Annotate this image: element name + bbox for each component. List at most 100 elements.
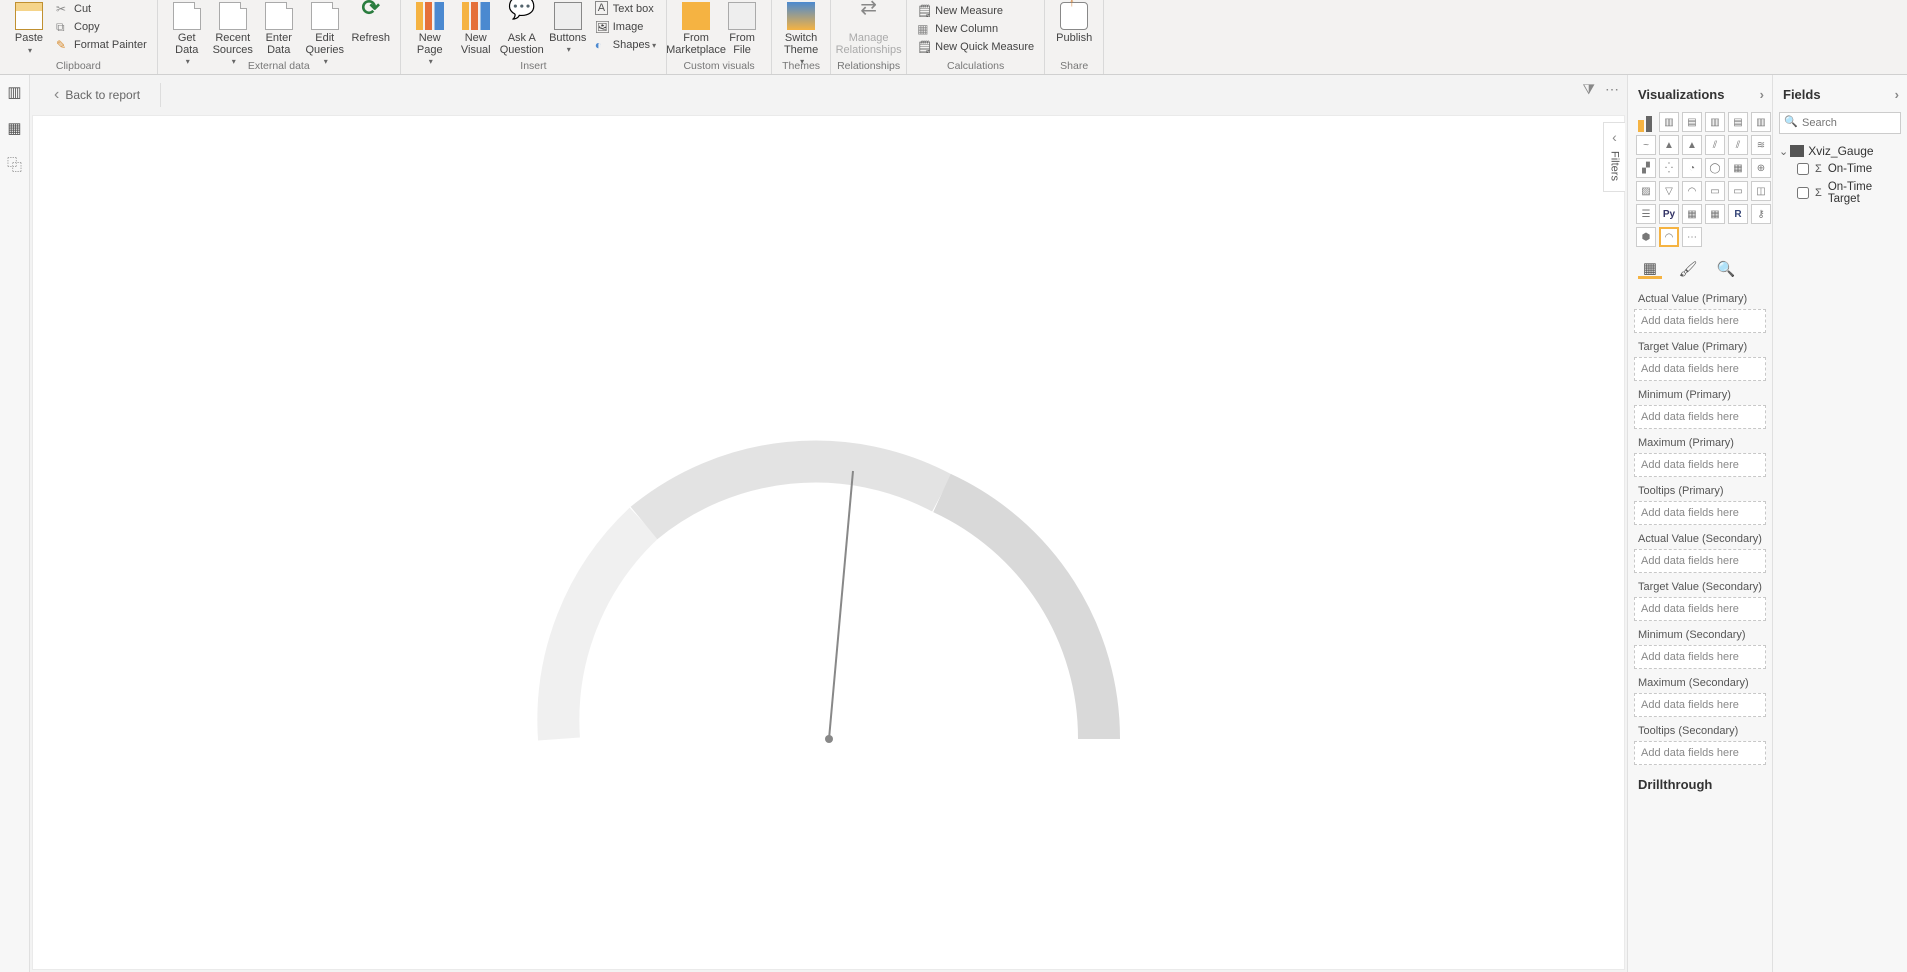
- field-item-ontime[interactable]: On-Time: [1773, 160, 1907, 178]
- model-view-button[interactable]: ⿻: [6, 155, 24, 173]
- report-canvas[interactable]: Filters: [32, 115, 1625, 970]
- viz-map[interactable]: ⊕: [1751, 158, 1771, 178]
- viz-matrix[interactable]: ▦: [1705, 204, 1725, 224]
- viz-scatter[interactable]: ⁛: [1659, 158, 1679, 178]
- well-drop-max-primary[interactable]: Add data fields here: [1634, 453, 1766, 477]
- get-data-button[interactable]: Get Data: [164, 0, 210, 70]
- publish-button[interactable]: Publish: [1051, 0, 1097, 46]
- data-view-button[interactable]: ▦: [6, 119, 24, 137]
- viz-slicer[interactable]: ☰: [1636, 204, 1656, 224]
- chevron-right-icon[interactable]: ›: [1895, 87, 1899, 102]
- viz-custom-gauge-selected[interactable]: ◠: [1659, 227, 1679, 247]
- well-drop-target-secondary[interactable]: Add data fields here: [1634, 597, 1766, 621]
- well-drop-min-secondary[interactable]: Add data fields here: [1634, 645, 1766, 669]
- well-drop-target-primary[interactable]: Add data fields here: [1634, 357, 1766, 381]
- from-marketplace-button[interactable]: From Marketplace: [673, 0, 719, 58]
- ask-question-button[interactable]: 💬Ask A Question: [499, 0, 545, 58]
- refresh-button[interactable]: Refresh: [348, 0, 394, 46]
- filters-pane-collapsed[interactable]: Filters: [1603, 122, 1625, 192]
- new-visual-button[interactable]: New Visual: [453, 0, 499, 58]
- field-item-ontime-target[interactable]: On-Time Target: [1773, 178, 1907, 208]
- new-column-button[interactable]: New Column: [913, 20, 1038, 38]
- chevron-right-icon[interactable]: ›: [1760, 87, 1764, 102]
- buttons-button[interactable]: Buttons: [545, 0, 591, 58]
- publish-icon: [1060, 2, 1088, 30]
- viz-line-column[interactable]: ⫽: [1705, 135, 1725, 155]
- group-label: Share: [1060, 60, 1088, 74]
- viz-kpi[interactable]: ◫: [1751, 181, 1771, 201]
- more-icon[interactable]: ⋯: [1605, 81, 1619, 98]
- cut-icon: [56, 2, 70, 16]
- format-painter-button[interactable]: Format Painter: [52, 36, 151, 54]
- chevron-left-icon: [1612, 129, 1617, 145]
- viz-clustered-column[interactable]: ▥: [1705, 112, 1725, 132]
- caret-icon: [26, 44, 32, 57]
- fields-panel-title: Fields: [1783, 87, 1821, 102]
- viz-ribbon[interactable]: ≋: [1751, 135, 1771, 155]
- viz-100-bar[interactable]: ▤: [1728, 112, 1748, 132]
- field-checkbox[interactable]: [1797, 187, 1809, 199]
- field-wells: Actual Value (Primary) Add data fields h…: [1628, 281, 1772, 800]
- visualizations-panel: Visualizations › ▥ ▤ ▥ ▤ ▥ ~ ▲ ▲ ⫽ ⫽ ≋ ▞…: [1627, 75, 1772, 972]
- paste-icon: [15, 2, 43, 30]
- text-box-button[interactable]: Text box: [591, 0, 660, 18]
- viz-line[interactable]: ~: [1636, 135, 1656, 155]
- new-page-button[interactable]: New Page: [407, 0, 453, 70]
- group-label: Themes: [782, 60, 820, 74]
- group-label: Custom visuals: [683, 60, 754, 74]
- cut-button[interactable]: Cut: [52, 0, 151, 18]
- viz-funnel[interactable]: ▽: [1659, 181, 1679, 201]
- tab-format[interactable]: 🖌: [1676, 259, 1700, 279]
- tab-analytics[interactable]: 🔍: [1714, 259, 1738, 279]
- viz-table[interactable]: ▦: [1682, 204, 1702, 224]
- viz-clustered-bar[interactable]: ▤: [1682, 112, 1702, 132]
- viz-100-column[interactable]: ▥: [1751, 112, 1771, 132]
- viz-waterfall[interactable]: ▞: [1636, 158, 1656, 178]
- well-drop-tooltip-secondary[interactable]: Add data fields here: [1634, 741, 1766, 765]
- new-quick-measure-button[interactable]: New Quick Measure: [913, 38, 1038, 56]
- well-drop-actual-primary[interactable]: Add data fields here: [1634, 309, 1766, 333]
- gauge-visual[interactable]: [529, 439, 1129, 749]
- report-view-button[interactable]: ▥: [6, 83, 24, 101]
- well-drop-tooltip-primary[interactable]: Add data fields here: [1634, 501, 1766, 525]
- viz-stacked-area[interactable]: ▲: [1682, 135, 1702, 155]
- enter-data-button[interactable]: Enter Data: [256, 0, 302, 58]
- image-button[interactable]: Image: [591, 18, 660, 36]
- filters-tab-label: Filters: [1609, 151, 1621, 181]
- manage-relationships-button[interactable]: Manage Relationships: [846, 0, 892, 58]
- viz-key-influencers[interactable]: ⚷: [1751, 204, 1771, 224]
- well-drop-actual-secondary[interactable]: Add data fields here: [1634, 549, 1766, 573]
- viz-multi-card[interactable]: ▭: [1728, 181, 1748, 201]
- tab-fields[interactable]: ▦: [1638, 259, 1662, 279]
- new-measure-label: New Measure: [935, 5, 1003, 17]
- new-measure-button[interactable]: New Measure: [913, 2, 1038, 20]
- well-drop-min-primary[interactable]: Add data fields here: [1634, 405, 1766, 429]
- viz-import-more[interactable]: [1682, 227, 1702, 247]
- viz-line-clustered[interactable]: ⫽: [1728, 135, 1748, 155]
- viz-custom-1[interactable]: ⬢: [1636, 227, 1656, 247]
- fields-search-input[interactable]: [1779, 112, 1901, 134]
- viz-treemap[interactable]: ▦: [1728, 158, 1748, 178]
- copy-button[interactable]: Copy: [52, 18, 151, 36]
- viz-stacked-column[interactable]: ▥: [1659, 112, 1679, 132]
- viz-stacked-bar[interactable]: [1636, 112, 1656, 132]
- field-checkbox[interactable]: [1797, 163, 1809, 175]
- get-data-label: Get Data: [175, 32, 198, 56]
- viz-r[interactable]: R: [1728, 204, 1748, 224]
- well-drop-max-secondary[interactable]: Add data fields here: [1634, 693, 1766, 717]
- shape-icon: [595, 38, 609, 52]
- viz-card[interactable]: ▭: [1705, 181, 1725, 201]
- viz-donut[interactable]: ◯: [1705, 158, 1725, 178]
- viz-python[interactable]: Py: [1659, 204, 1679, 224]
- viz-gauge[interactable]: ◠: [1682, 181, 1702, 201]
- from-file-button[interactable]: From File: [719, 0, 765, 58]
- filter-icon[interactable]: ⧩: [1583, 81, 1596, 98]
- shapes-button[interactable]: Shapes: [591, 36, 660, 54]
- viz-pie[interactable]: ◔: [1682, 158, 1702, 178]
- paste-button[interactable]: Paste: [6, 0, 52, 59]
- viz-area[interactable]: ▲: [1659, 135, 1679, 155]
- back-to-report-button[interactable]: Back to report: [44, 80, 150, 110]
- from-file-label: From File: [729, 32, 755, 56]
- viz-filled-map[interactable]: ▨: [1636, 181, 1656, 201]
- field-table[interactable]: Xviz_Gauge: [1773, 142, 1907, 160]
